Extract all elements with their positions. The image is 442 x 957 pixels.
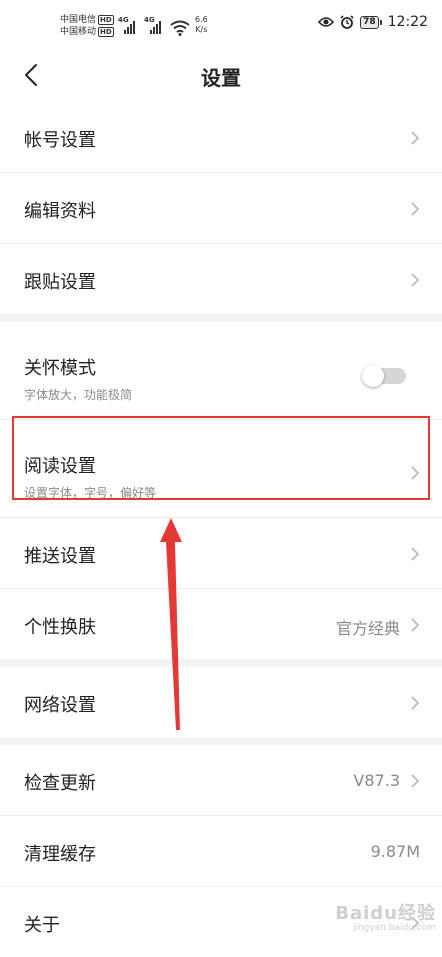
watermark-main: Baidu经验 [335, 903, 436, 924]
watermark: Baidu经验 jingyan.baidu.com [335, 899, 436, 933]
annotation-arrow-icon [160, 518, 182, 730]
